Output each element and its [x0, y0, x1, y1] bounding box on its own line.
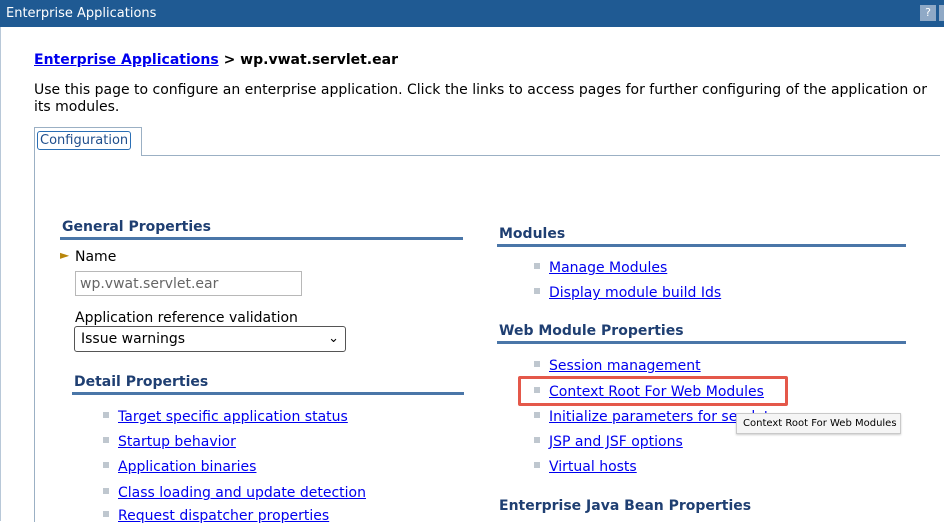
- detail-properties-heading: Detail Properties: [74, 374, 209, 390]
- web-link-jsp-jsf[interactable]: JSP and JSF options: [549, 434, 683, 450]
- detail-link-target-status[interactable]: Target specific application status: [118, 409, 348, 425]
- bullet-icon: [534, 288, 540, 294]
- detail-properties-rule: [72, 392, 464, 395]
- list-item: Class loading and update detection: [103, 485, 366, 501]
- page-description: Use this page to configure an enterprise…: [34, 82, 927, 115]
- validation-select[interactable]: Issue warnings ⌄: [74, 326, 346, 352]
- detail-link-startup-behavior[interactable]: Startup behavior: [118, 434, 236, 450]
- general-properties-heading: General Properties: [62, 219, 211, 235]
- list-item: Target specific application status: [103, 409, 348, 425]
- name-field[interactable]: wp.vwat.servlet.ear: [75, 271, 302, 296]
- ejb-heading: Enterprise Java Bean Properties: [499, 498, 752, 514]
- bullet-icon: [534, 462, 540, 468]
- bullet-icon: [534, 361, 540, 367]
- breadcrumb-separator: >: [223, 52, 236, 68]
- web-link-session-management[interactable]: Session management: [549, 358, 701, 374]
- bullet-icon: [103, 511, 109, 517]
- list-item: Application binaries: [103, 459, 256, 475]
- general-properties-rule: [60, 237, 463, 240]
- modules-heading: Modules: [499, 226, 566, 242]
- list-item: Manage Modules: [534, 260, 667, 276]
- list-item: Startup behavior: [103, 434, 236, 450]
- tab-configuration-label: Configuration: [37, 131, 132, 150]
- modules-link-build-ids[interactable]: Display module build Ids: [549, 285, 721, 301]
- web-module-rule: [497, 341, 906, 344]
- list-item: JSP and JSF options: [534, 434, 683, 450]
- modules-link-manage[interactable]: Manage Modules: [549, 260, 667, 276]
- validation-select-value: Issue warnings: [81, 331, 186, 347]
- bullet-icon: [103, 488, 109, 494]
- name-label: Name: [75, 249, 117, 265]
- list-item: Virtual hosts: [534, 459, 637, 475]
- bullet-icon: [534, 263, 540, 269]
- window-titlebar: Enterprise Applications ?: [0, 0, 944, 27]
- breadcrumb: Enterprise Applications > wp.vwat.servle…: [34, 52, 398, 68]
- bullet-icon: [534, 412, 540, 418]
- bullet-icon: [534, 437, 540, 443]
- modules-rule: [497, 244, 906, 247]
- bullet-icon: [103, 437, 109, 443]
- titlebar-edge-button[interactable]: [939, 5, 944, 21]
- help-icon[interactable]: ?: [920, 5, 936, 21]
- page-left-border: [0, 27, 1, 521]
- bullet-icon: [103, 462, 109, 468]
- detail-link-class-loading[interactable]: Class loading and update detection: [118, 485, 366, 501]
- chevron-down-icon: ⌄: [328, 331, 339, 346]
- list-item: Display module build Ids: [534, 285, 721, 301]
- web-module-heading: Web Module Properties: [499, 323, 684, 339]
- required-field-icon: ►: [60, 248, 70, 262]
- breadcrumb-parent-link[interactable]: Enterprise Applications: [34, 52, 219, 68]
- validation-label: Application reference validation: [75, 310, 298, 326]
- highlight-box: [518, 376, 788, 406]
- list-item: Session management: [534, 358, 701, 374]
- detail-link-application-binaries[interactable]: Application binaries: [118, 459, 256, 475]
- detail-link-request-dispatcher[interactable]: Request dispatcher properties: [118, 508, 329, 524]
- tab-configuration[interactable]: Configuration: [34, 127, 142, 156]
- list-item: Request dispatcher properties: [103, 508, 329, 524]
- breadcrumb-current: wp.vwat.servlet.ear: [240, 52, 398, 68]
- web-link-virtual-hosts[interactable]: Virtual hosts: [549, 459, 637, 475]
- tooltip: Context Root For Web Modules: [736, 413, 901, 434]
- window-title: Enterprise Applications: [6, 6, 157, 21]
- bullet-icon: [103, 412, 109, 418]
